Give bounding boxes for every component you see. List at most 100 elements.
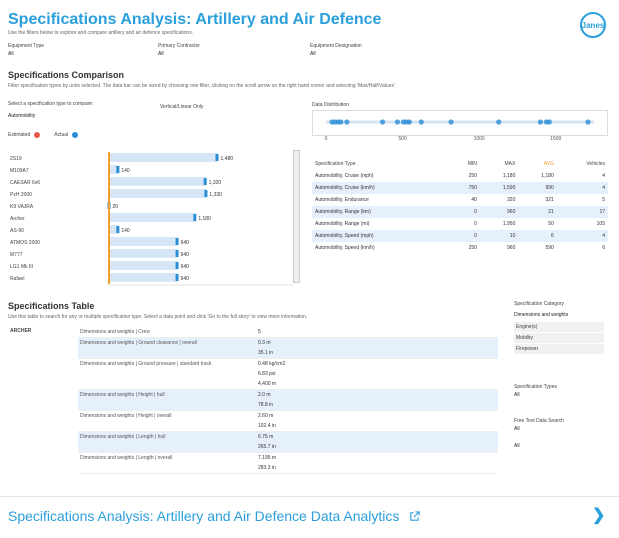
spec-cell: 4 (556, 182, 608, 194)
spec-row[interactable]: Automobility, Cruise (mph) 250 1,180 1,180 4 (312, 170, 608, 182)
spec-types-select[interactable]: All (514, 392, 520, 398)
filter-primary-contractor[interactable]: All (158, 51, 164, 57)
janes-logo: Janes (580, 12, 606, 38)
category-option[interactable]: Engine(s) (514, 322, 604, 333)
footer-link[interactable]: Specifications Analysis: Artillery and A… (8, 508, 420, 524)
specs-row-value: 5 (258, 329, 261, 335)
chart-data-label: 940 (181, 276, 190, 282)
spec-row[interactable]: Automobility, Range (km) 0 960 21 17 (312, 206, 608, 218)
spec-cell: 250 (468, 245, 477, 251)
specs-table-row[interactable]: Dimensions and weights | Height | overal… (78, 411, 498, 432)
distribution-point (394, 119, 401, 125)
chart-bar (108, 189, 207, 198)
chart-data-label: 20 (112, 204, 118, 210)
legend-actual-label: Actual (54, 132, 69, 138)
filter-equipment-type[interactable]: All (8, 51, 14, 57)
spec-row[interactable]: Automobility, Range (mi) 0 1,950 50 105 (312, 218, 608, 230)
distribution-point (496, 119, 502, 125)
specs-row-value: 35.1 in (258, 350, 274, 356)
chart-category-label: CAESAR 6x6 (10, 180, 40, 186)
vertical-toggle[interactable]: Vertical/Linear Only (160, 104, 203, 110)
spec-col-header[interactable]: Vehicles (557, 157, 608, 170)
spec-row[interactable]: Automobility, Cruise (km/h) 750 1,590 990 4 (312, 182, 608, 194)
category-option[interactable]: Firepower (514, 344, 604, 355)
chart-bar (108, 153, 218, 162)
specs-row-value: 2.0 m (258, 392, 271, 398)
spec-cell: Automobility, Speed (km/h) (315, 245, 375, 251)
spec-cell: 21 (518, 206, 557, 218)
spec-col-header[interactable]: MIN (448, 157, 480, 170)
category-option[interactable]: Mobility (514, 333, 604, 344)
chart-category-label: M109A7 (10, 168, 29, 174)
chart-bar (108, 177, 206, 186)
specs-row-label: Dimensions and weights | Crew (80, 329, 150, 335)
estimated-dot-icon (34, 132, 41, 138)
spec-cell: 250 (468, 173, 477, 179)
spec-cell: 4 (556, 230, 608, 242)
extra-filter[interactable]: All (514, 443, 520, 449)
filter-equipment-designation-label: Equipment Designation (310, 43, 362, 49)
specs-row-value: 0.3 m (258, 340, 271, 346)
chart-bar-marker (175, 262, 179, 269)
chart-category-label: M777 (10, 252, 23, 258)
logo-text: Janes (581, 20, 605, 30)
chart-category-label: ATMOS 2000 (10, 240, 40, 246)
comparison-heading: Specifications Comparison (8, 70, 125, 80)
specs-row-label: Dimensions and weights | Height | overal… (80, 413, 172, 419)
spec-select-label: Select a specification type to compare: (8, 101, 94, 107)
comparison-description: Filter specification types by units sele… (8, 83, 395, 89)
spec-row[interactable]: Automobility, Endurance 40 320 321 5 (312, 194, 608, 206)
spec-select[interactable]: Automobility (8, 113, 35, 119)
chart-bar-marker (116, 166, 120, 173)
distribution-tick: 500 (398, 136, 407, 142)
spec-col-header[interactable]: MAX (480, 157, 518, 170)
specs-row-value: 283.3 in (258, 465, 276, 471)
search-label: Free Text Data Search (514, 418, 564, 424)
page-subtitle: Use the filters below to explore and com… (8, 30, 194, 36)
chart-data-label: 1,330 (209, 192, 222, 198)
specs-table-row[interactable]: Dimensions and weights | Ground pressure… (78, 359, 498, 390)
chevron-right-icon[interactable]: ❯ (592, 505, 605, 525)
chart-data-label: 940 (181, 252, 190, 258)
search-input[interactable]: All (514, 426, 520, 432)
spec-cell: Automobility, Cruise (km/h) (312, 182, 449, 194)
spec-cell: 5 (602, 197, 605, 203)
chart-scrollbar[interactable] (293, 150, 300, 283)
chart-data-label: 1,480 (221, 156, 234, 162)
specs-entity[interactable]: ARCHER (10, 328, 31, 334)
chart-category-label: AS-90 (10, 228, 24, 234)
chart-bar-marker (203, 178, 207, 185)
spec-row[interactable]: Automobility, Speed (km/h) 250 960 590 6 (312, 242, 608, 254)
spec-col-header[interactable]: Specification Type (312, 157, 448, 170)
filter-equipment-designation[interactable]: All (310, 51, 316, 57)
chart-bar (108, 273, 178, 282)
footer-link-text: Specifications Analysis: Artillery and A… (8, 508, 400, 524)
distribution-point (448, 119, 454, 125)
category-select[interactable]: Dimensions and weights (514, 312, 568, 318)
chart-data-label: 940 (181, 240, 190, 246)
chart-bar-marker (204, 190, 208, 197)
spec-cell: 105 (596, 221, 605, 227)
specs-table-row[interactable]: Dimensions and weights | Crew 5 (78, 327, 498, 338)
spec-cell: 1,590 (479, 182, 519, 194)
specs-row-label: Dimensions and weights | Length | hull (80, 434, 166, 440)
specs-table-row[interactable]: Dimensions and weights | Length | hull 6.… (78, 432, 498, 453)
legend-estimated-label: Estimated (8, 132, 31, 138)
spec-row[interactable]: Automobility, Speed (mph) 0 10 6 4 (312, 230, 608, 242)
spec-cell: 1,950 (502, 221, 516, 227)
spec-cell: 0 (448, 206, 480, 218)
distribution-point (546, 119, 552, 125)
spec-summary-table: Specification Type MIN MAX AVG Vehicles Auto… (312, 157, 608, 254)
spec-cell: Automobility, Cruise (mph) (315, 173, 374, 179)
specs-table-row[interactable]: Dimensions and weights | Length | overal… (78, 453, 498, 474)
spec-cell: 10 (479, 230, 519, 242)
specs-row-value: 4,400 m (258, 381, 277, 387)
chart-bar-marker (175, 238, 179, 245)
specs-row-label: Dimensions and weights | Length | overal… (80, 455, 173, 461)
specs-table-row[interactable]: Dimensions and weights | Ground clearanc… (78, 338, 498, 359)
filter-equipment-type-label: Equipment Type (8, 43, 45, 49)
distribution-point (418, 119, 424, 125)
specs-table-row[interactable]: Dimensions and weights | Height | hull 2.… (78, 390, 498, 411)
spec-col-header[interactable]: AVG (518, 157, 556, 170)
spec-cell: Automobility, Range (km) (312, 206, 449, 218)
